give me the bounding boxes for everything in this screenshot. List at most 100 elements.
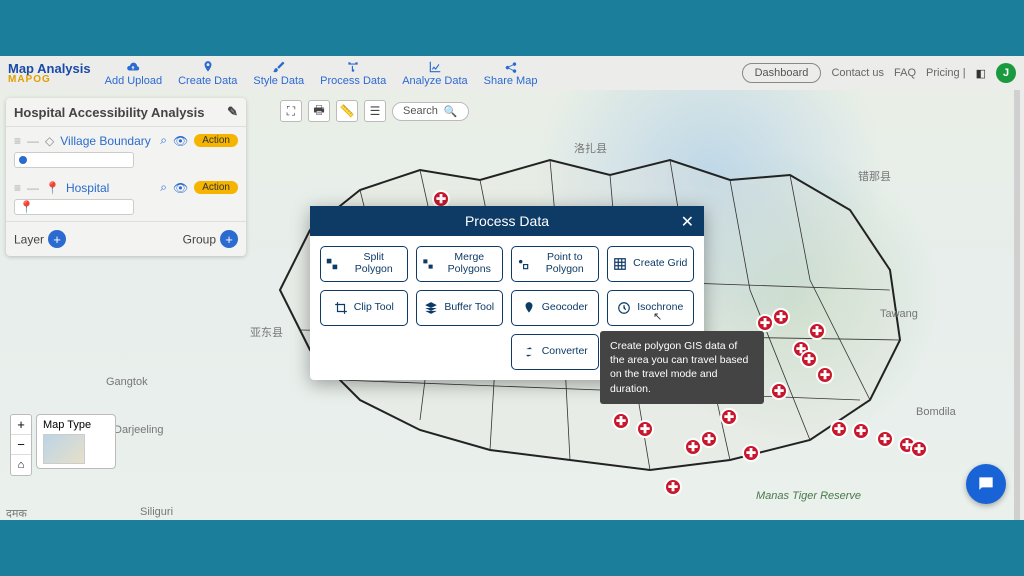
layer-swatch[interactable]: [14, 152, 134, 168]
isochrone-tooltip: Create polygon GIS data of the area you …: [600, 331, 764, 404]
tool-isochrone[interactable]: Isochrone: [607, 290, 695, 326]
ruler-icon[interactable]: ☰: [364, 100, 386, 122]
layers-panel: Hospital Accessibility Analysis ✎ ≡ — ◇ …: [6, 98, 246, 256]
search-icon: 🔍: [444, 105, 458, 118]
label-reserve: Manas Tiger Reserve: [756, 490, 861, 502]
zoom-in-button[interactable]: +: [11, 415, 31, 435]
point-icon: 📍: [45, 181, 60, 195]
tool-point-to-polygon[interactable]: Point to Polygon: [511, 246, 599, 282]
top-toolbar: Map Analysis MAPOG Add Upload Create Dat…: [0, 56, 1024, 90]
hospital-marker[interactable]: [700, 430, 718, 448]
drag-handle-icon[interactable]: ≡: [14, 134, 21, 148]
zoom-to-icon[interactable]: ⌕: [160, 180, 167, 195]
zoom-out-button[interactable]: −: [11, 435, 31, 455]
search-input[interactable]: Search 🔍: [392, 102, 469, 121]
hospital-marker[interactable]: [852, 422, 870, 440]
cloud-upload-icon: [126, 60, 140, 74]
footer-group-label: Group+: [183, 230, 238, 248]
map-type-picker[interactable]: Map Type: [36, 414, 116, 469]
label-cn3: 错那县: [858, 168, 891, 184]
label-siliguri: Siliguri: [140, 506, 173, 518]
panel-title: Hospital Accessibility Analysis: [14, 105, 205, 120]
faq-link[interactable]: FAQ: [894, 67, 916, 79]
fullscreen-icon[interactable]: ⛶: [280, 100, 302, 122]
nodes-icon: [346, 60, 360, 74]
layer-action-button[interactable]: Action: [194, 134, 238, 147]
hospital-marker[interactable]: [910, 440, 928, 458]
app-logo: Map Analysis MAPOG: [8, 62, 91, 85]
tool-geocoder[interactable]: Geocoder: [511, 290, 599, 326]
hospital-marker[interactable]: [800, 350, 818, 368]
hospital-marker[interactable]: [742, 444, 760, 462]
layer-action-button[interactable]: Action: [194, 181, 238, 194]
share-map-button[interactable]: Share Map: [484, 60, 538, 87]
search-placeholder: Search: [403, 105, 438, 117]
analyze-icon: [428, 60, 442, 74]
measure-icon[interactable]: 📏: [336, 100, 358, 122]
footer-layer-label: Layer+: [14, 230, 66, 248]
layer-name[interactable]: Village Boundary: [60, 134, 154, 148]
avatar[interactable]: J: [996, 63, 1016, 83]
label-gangtok: Gangtok: [106, 376, 148, 388]
map-quickbar: ⛶ 🖶 📏 ☰ Search 🔍: [280, 100, 469, 122]
hospital-marker[interactable]: [830, 420, 848, 438]
layer-swatch[interactable]: 📍: [14, 199, 134, 215]
hospital-marker[interactable]: [772, 308, 790, 326]
tool-merge-polygons[interactable]: Merge Polygons: [416, 246, 504, 282]
zoom-to-icon[interactable]: ⌕: [160, 133, 167, 148]
hospital-marker[interactable]: [636, 420, 654, 438]
process-data-button[interactable]: Process Data: [320, 60, 386, 87]
modal-title: Process Data: [465, 213, 549, 229]
basemap-thumb: [43, 434, 85, 464]
layer-village-boundary: ≡ — ◇ Village Boundary ⌕ 👁 Action: [6, 127, 246, 174]
drag-handle-icon[interactable]: ≡: [14, 181, 21, 195]
label-cn2: 洛扎县: [574, 140, 607, 156]
collapse-icon[interactable]: —: [27, 181, 39, 195]
cursor-pointer-icon: ↖: [653, 310, 662, 323]
chat-icon: [976, 474, 996, 494]
tool-buffer[interactable]: Buffer Tool: [416, 290, 504, 326]
hospital-marker[interactable]: [816, 366, 834, 384]
logo-line1: Map Analysis: [8, 62, 91, 75]
logo-line2: MAPOG: [8, 75, 91, 85]
analyze-data-button[interactable]: Analyze Data: [402, 60, 467, 87]
add-layer-button[interactable]: +: [48, 230, 66, 248]
chat-button[interactable]: [966, 464, 1006, 504]
tool-create-grid[interactable]: Create Grid: [607, 246, 695, 282]
collapse-icon[interactable]: —: [27, 134, 39, 148]
print-icon[interactable]: 🖶: [308, 100, 330, 122]
tool-converter[interactable]: Converter: [511, 334, 599, 370]
zoom-control: + − ⌂: [10, 414, 32, 476]
hospital-marker[interactable]: [612, 412, 630, 430]
maptype-label: Map Type: [43, 419, 91, 431]
edit-title-icon[interactable]: ✎: [227, 104, 238, 120]
contact-link[interactable]: Contact us: [831, 67, 884, 79]
tool-clip[interactable]: Clip Tool: [320, 290, 408, 326]
create-data-button[interactable]: Create Data: [178, 60, 237, 87]
visibility-icon[interactable]: 👁: [173, 134, 188, 148]
label-darjeeling: Darjeeling: [114, 424, 164, 436]
cube-icon[interactable]: ◧: [976, 67, 986, 80]
hospital-marker[interactable]: [808, 322, 826, 340]
tool-split-polygon[interactable]: Split Polygon: [320, 246, 408, 282]
pricing-link[interactable]: Pricing |: [926, 67, 966, 79]
hospital-marker[interactable]: [720, 408, 738, 426]
polygon-icon: ◇: [45, 134, 54, 148]
add-group-button[interactable]: +: [220, 230, 238, 248]
dashboard-button[interactable]: Dashboard: [742, 63, 822, 83]
add-upload-button[interactable]: Add Upload: [105, 60, 163, 87]
visibility-icon[interactable]: 👁: [173, 181, 188, 195]
share-icon: [504, 60, 518, 74]
label-bomdila: Bomdila: [916, 406, 956, 418]
style-data-button[interactable]: Style Data: [253, 60, 304, 87]
layer-name[interactable]: Hospital: [66, 181, 154, 195]
close-icon[interactable]: ✕: [681, 212, 694, 232]
header-right-links: Contact us FAQ Pricing | ◧ J: [831, 63, 1016, 83]
hospital-marker[interactable]: [770, 382, 788, 400]
label-tawang: Tawang: [880, 308, 918, 320]
reset-view-button[interactable]: ⌂: [11, 455, 31, 475]
layer-hospital: ≡ — 📍 Hospital ⌕ 👁 Action 📍: [6, 174, 246, 221]
hospital-marker[interactable]: [876, 430, 894, 448]
hospital-marker[interactable]: [664, 478, 682, 496]
toolbar-items: Add Upload Create Data Style Data Proces…: [105, 60, 538, 87]
